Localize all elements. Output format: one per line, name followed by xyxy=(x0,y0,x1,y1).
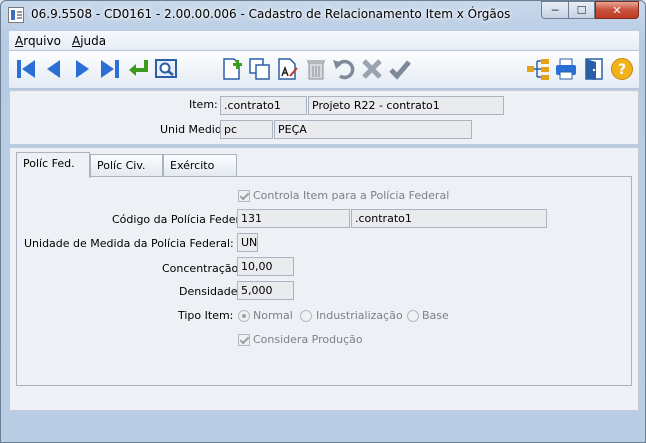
close-icon: ✕ xyxy=(612,3,622,17)
undo-button[interactable] xyxy=(331,56,357,82)
tab-label: Políc Civ. xyxy=(97,159,146,172)
cancel-button[interactable] xyxy=(359,56,385,82)
previous-record-button[interactable] xyxy=(41,56,67,82)
tab-exercito[interactable]: Exército xyxy=(163,154,237,177)
densidade-field[interactable]: 5,000 xyxy=(237,281,294,300)
tipo-item-industrializacao-radio[interactable] xyxy=(300,310,312,322)
print-icon xyxy=(556,58,576,80)
menu-arquivo[interactable]: Arquivo xyxy=(15,34,61,48)
minimize-icon: ─ xyxy=(551,3,559,17)
controla-item-checkbox[interactable] xyxy=(238,190,250,202)
next-record-button[interactable] xyxy=(69,56,95,82)
codigo-policia-label: Código da Polícia Federal: xyxy=(112,213,254,226)
tab-policia-federal[interactable]: Políc Fed. xyxy=(16,152,90,178)
exit-button[interactable] xyxy=(581,56,607,82)
cancel-icon xyxy=(362,59,382,79)
delete-button[interactable] xyxy=(303,56,329,82)
tab-policia-civil[interactable]: Políc Civ. xyxy=(90,154,163,177)
window-bottom-frame xyxy=(9,413,639,437)
menu-ajuda[interactable]: Ajuda xyxy=(72,34,106,48)
unid-code-field[interactable]: pc xyxy=(220,120,273,139)
undo-icon xyxy=(333,59,355,80)
window-title: 06.9.5508 - CD0161 - 2.00.00.006 - Cadas… xyxy=(31,7,511,21)
tipo-item-base-radio[interactable] xyxy=(407,310,419,322)
tipo-item-normal-label: Normal xyxy=(253,309,293,322)
goto-icon xyxy=(129,60,148,76)
title-bar[interactable]: 06.9.5508 - CD0161 - 2.00.00.006 - Cadas… xyxy=(1,1,645,29)
window-controls: ─ ☐ ✕ xyxy=(541,1,639,20)
tree-button[interactable] xyxy=(525,56,551,82)
svg-text:?: ? xyxy=(618,62,626,78)
tab-label: Exército xyxy=(170,159,215,172)
confirm-icon xyxy=(389,60,411,80)
maximize-button[interactable]: ☐ xyxy=(568,1,595,19)
tab-panel-policia-federal xyxy=(16,176,632,386)
minimize-button[interactable]: ─ xyxy=(541,1,568,19)
item-description-field: Projeto R22 - contrato1 xyxy=(308,96,504,115)
last-icon xyxy=(101,60,119,78)
concentracao-field[interactable]: 10,00 xyxy=(237,257,294,276)
delete-icon xyxy=(307,60,325,80)
tipo-item-label: Tipo Item: xyxy=(178,309,234,322)
tipo-item-industrializacao-label: Industrialização xyxy=(316,309,403,322)
menu-bar: Arquivo Ajuda xyxy=(9,31,639,51)
unidade-medida-label: Unidade de Medida da Polícia Federal: xyxy=(24,237,234,250)
confirm-button[interactable] xyxy=(387,56,413,82)
maximize-icon: ☐ xyxy=(576,3,587,17)
last-record-button[interactable] xyxy=(97,56,123,82)
goto-button[interactable] xyxy=(125,56,151,82)
densidade-label: Densidade: xyxy=(179,285,242,298)
copy-icon xyxy=(249,58,270,80)
first-icon xyxy=(17,60,35,78)
unid-medid-label: Unid Medid: xyxy=(160,123,226,136)
item-code-field[interactable]: .contrato1 xyxy=(220,96,307,115)
unidade-medida-field[interactable]: UN xyxy=(237,233,258,252)
considera-producao-label: Considera Produção xyxy=(253,333,363,346)
concentracao-label: Concentração: xyxy=(162,262,242,275)
exit-icon xyxy=(585,58,603,80)
codigo-policia-field[interactable]: 131 xyxy=(237,209,350,228)
controla-item-label: Controla Item para a Polícia Federal xyxy=(253,189,450,202)
app-icon[interactable] xyxy=(8,7,24,23)
help-icon: ? xyxy=(611,58,633,80)
next-icon xyxy=(76,60,89,78)
edit-button[interactable] xyxy=(275,56,301,82)
new-icon xyxy=(223,58,242,80)
search-button[interactable] xyxy=(153,56,179,82)
new-button[interactable] xyxy=(219,56,245,82)
unid-description-field: PEÇA xyxy=(274,120,472,139)
toolbar: ? xyxy=(9,51,639,89)
tipo-item-normal-radio[interactable] xyxy=(238,310,250,322)
tipo-item-base-label: Base xyxy=(422,309,449,322)
close-button[interactable]: ✕ xyxy=(595,1,639,19)
previous-icon xyxy=(47,60,60,78)
search-icon xyxy=(155,59,177,78)
tab-label: Políc Fed. xyxy=(23,157,75,170)
copy-button[interactable] xyxy=(247,56,273,82)
codigo-policia-description-field: .contrato1 xyxy=(351,209,547,228)
edit-icon xyxy=(278,58,298,80)
print-button[interactable] xyxy=(553,56,579,82)
item-label: Item: xyxy=(189,98,218,111)
help-button[interactable]: ? xyxy=(609,56,635,82)
tree-icon xyxy=(527,59,549,80)
considera-producao-checkbox[interactable] xyxy=(238,334,250,346)
first-record-button[interactable] xyxy=(13,56,39,82)
app-window: 06.9.5508 - CD0161 - 2.00.00.006 - Cadas… xyxy=(0,0,646,443)
